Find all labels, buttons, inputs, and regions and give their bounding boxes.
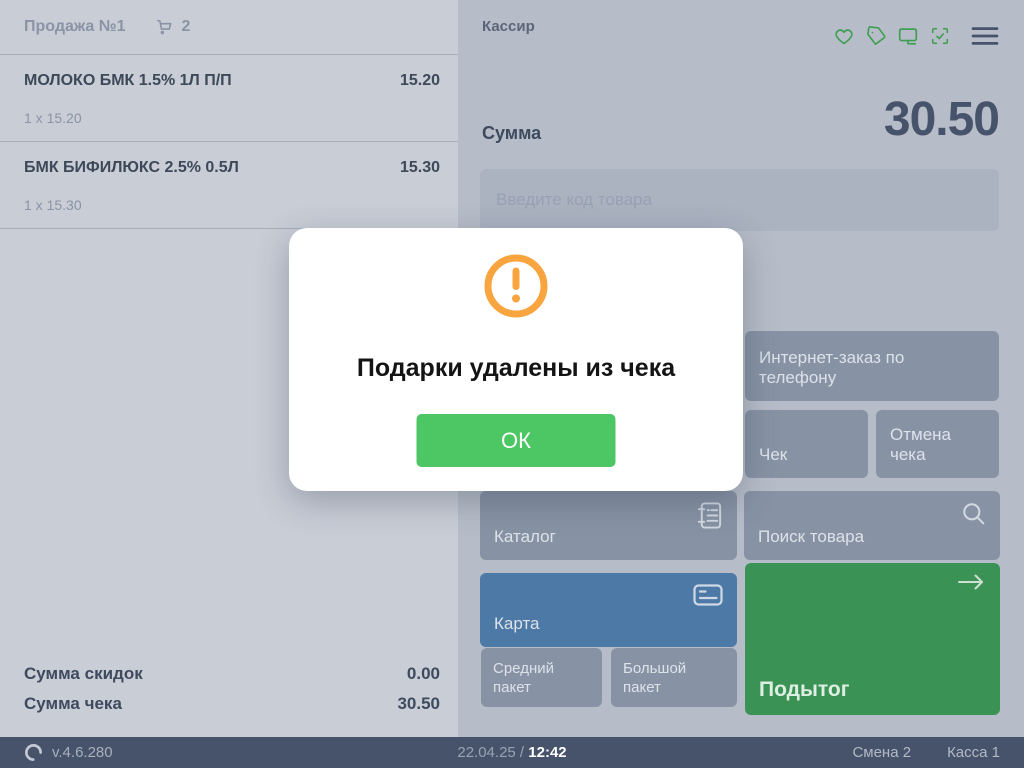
status-bar: v.4.6.280 22.04.25 / 12:42 Смена 2 Касса…: [0, 737, 1024, 768]
search-icon: [960, 500, 987, 527]
heart-icon[interactable]: [833, 25, 855, 47]
discount-sum-value: 0.00: [407, 659, 440, 689]
item-name: БМК БИФИЛЮКС 2.5% 0.5Л: [24, 159, 239, 177]
card-button[interactable]: Карта: [480, 573, 737, 647]
receipt-total-value: 30.50: [397, 689, 440, 719]
item-name: МОЛОКО БМК 1.5% 1Л П/П: [24, 72, 232, 90]
discount-sum-label: Сумма скидок: [24, 659, 143, 689]
sale-title: Продажа №1: [24, 18, 126, 36]
receipt-button-label: Чек: [759, 445, 787, 465]
receipt-total-label: Сумма чека: [24, 689, 122, 719]
warning-icon: [482, 252, 550, 325]
date-label: 22.04.25: [457, 744, 515, 761]
receipt-total-row: Сумма чека 30.50: [24, 689, 440, 719]
discount-sum-row: Сумма скидок 0.00: [24, 659, 440, 689]
internet-order-label: Интернет-заказ по телефону: [759, 348, 985, 388]
sum-value: 30.50: [884, 92, 999, 147]
medium-bag-label: Средний пакет: [493, 659, 590, 697]
card-icon: [692, 582, 724, 608]
menu-icon[interactable]: [971, 26, 999, 46]
catalog-label: Каталог: [494, 527, 556, 547]
receipt-button[interactable]: Чек: [745, 410, 868, 478]
tag-icon[interactable]: [865, 25, 887, 47]
item-price: 15.20: [400, 72, 440, 90]
cart-count: 2: [182, 18, 191, 36]
item-qty: 1 x 15.20: [24, 110, 440, 126]
cancel-receipt-button[interactable]: Отмена чека: [876, 410, 999, 478]
datetime: 22.04.25 / 12:42: [0, 744, 1024, 761]
search-product-button[interactable]: Поиск товара: [744, 491, 1000, 560]
catalog-icon: [695, 500, 724, 531]
subtotal-label: Подытог: [759, 678, 850, 702]
search-product-label: Поиск товара: [758, 527, 864, 547]
datetime-separator: /: [520, 744, 524, 761]
display-icon[interactable]: [897, 25, 919, 47]
receipt-item-row[interactable]: БМК БИФИЛЮКС 2.5% 0.5Л 15.30 1 x 15.30: [0, 142, 458, 229]
time-label: 12:42: [528, 744, 566, 761]
large-bag-button[interactable]: Большой пакет: [611, 648, 737, 707]
scan-check-icon[interactable]: [929, 25, 951, 47]
card-label: Карта: [494, 614, 540, 634]
catalog-button[interactable]: Каталог: [480, 491, 737, 560]
item-qty: 1 x 15.30: [24, 197, 440, 213]
subtotal-button[interactable]: Подытог: [745, 563, 1000, 715]
product-code-input[interactable]: [480, 169, 999, 231]
arrow-right-icon: [956, 573, 986, 591]
sale-header: Продажа №1 2: [0, 0, 458, 55]
cart-counter: 2: [154, 17, 191, 37]
receipt-summary: Сумма скидок 0.00 Сумма чека 30.50: [24, 659, 440, 719]
toolbar: [833, 25, 999, 47]
alert-modal: Подарки удалены из чека ОК: [289, 228, 743, 491]
cancel-receipt-label: Отмена чека: [890, 425, 985, 465]
alert-message: Подарки удалены из чека: [289, 354, 743, 383]
cashier-label: Кассир: [482, 18, 535, 35]
large-bag-label: Большой пакет: [623, 659, 725, 697]
internet-order-button[interactable]: Интернет-заказ по телефону: [745, 331, 999, 401]
ok-button[interactable]: ОК: [417, 414, 616, 467]
sum-label: Сумма: [482, 123, 541, 144]
receipt-item-row[interactable]: МОЛОКО БМК 1.5% 1Л П/П 15.20 1 x 15.20: [0, 55, 458, 142]
pos-app: Продажа №1 2 МОЛОКО БМК 1.5% 1Л П/П 15.2…: [0, 0, 1024, 768]
cart-icon: [154, 17, 174, 37]
item-price: 15.30: [400, 159, 440, 177]
medium-bag-button[interactable]: Средний пакет: [481, 648, 602, 707]
